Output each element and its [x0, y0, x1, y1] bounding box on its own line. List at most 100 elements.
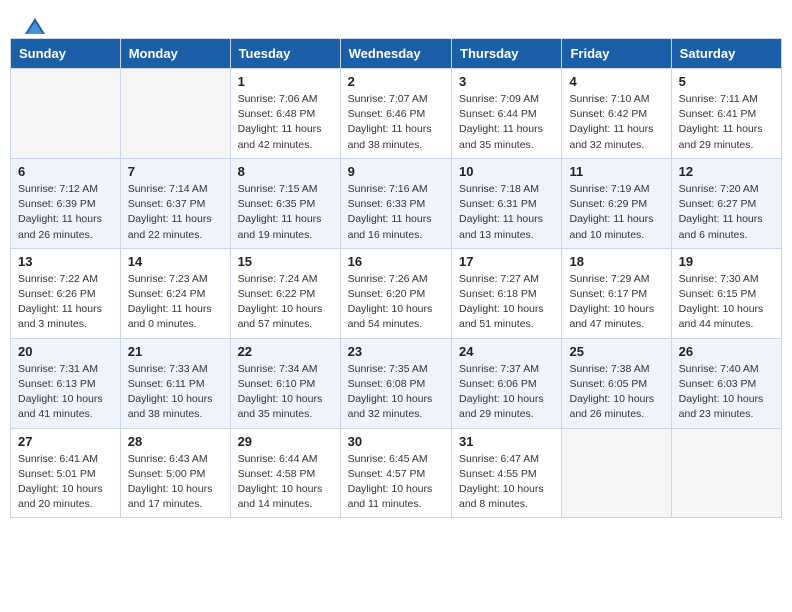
- day-header-monday: Monday: [120, 39, 230, 69]
- day-detail: Sunrise: 7:33 AM Sunset: 6:11 PM Dayligh…: [128, 362, 223, 423]
- logo-icon: [25, 18, 45, 34]
- day-number: 31: [459, 434, 554, 449]
- day-number: 3: [459, 74, 554, 89]
- day-number: 18: [569, 254, 663, 269]
- day-number: 17: [459, 254, 554, 269]
- day-number: 5: [679, 74, 774, 89]
- day-header-tuesday: Tuesday: [230, 39, 340, 69]
- calendar-cell: 2 Sunrise: 7:07 AM Sunset: 6:46 PM Daylig…: [340, 69, 451, 159]
- day-number: 23: [348, 344, 444, 359]
- week-row-4: 27 Sunrise: 6:41 AM Sunset: 5:01 PM Dayli…: [11, 428, 782, 518]
- calendar-cell: 17 Sunrise: 7:27 AM Sunset: 6:18 PM Dayli…: [452, 248, 562, 338]
- day-detail: Sunrise: 7:18 AM Sunset: 6:31 PM Dayligh…: [459, 182, 554, 243]
- calendar-cell: 8 Sunrise: 7:15 AM Sunset: 6:35 PM Daylig…: [230, 158, 340, 248]
- day-detail: Sunrise: 7:34 AM Sunset: 6:10 PM Dayligh…: [238, 362, 333, 423]
- day-detail: Sunrise: 7:29 AM Sunset: 6:17 PM Dayligh…: [569, 272, 663, 333]
- day-number: 9: [348, 164, 444, 179]
- day-number: 13: [18, 254, 113, 269]
- day-detail: Sunrise: 6:47 AM Sunset: 4:55 PM Dayligh…: [459, 452, 554, 513]
- calendar-cell: 27 Sunrise: 6:41 AM Sunset: 5:01 PM Dayli…: [11, 428, 121, 518]
- day-detail: Sunrise: 7:10 AM Sunset: 6:42 PM Dayligh…: [569, 92, 663, 153]
- day-number: 2: [348, 74, 444, 89]
- day-detail: Sunrise: 7:40 AM Sunset: 6:03 PM Dayligh…: [679, 362, 774, 423]
- calendar-cell: 26 Sunrise: 7:40 AM Sunset: 6:03 PM Dayli…: [671, 338, 781, 428]
- day-detail: Sunrise: 6:43 AM Sunset: 5:00 PM Dayligh…: [128, 452, 223, 513]
- calendar-cell: [671, 428, 781, 518]
- calendar-cell: 22 Sunrise: 7:34 AM Sunset: 6:10 PM Dayli…: [230, 338, 340, 428]
- day-header-thursday: Thursday: [452, 39, 562, 69]
- header-row: SundayMondayTuesdayWednesdayThursdayFrid…: [11, 39, 782, 69]
- day-detail: Sunrise: 7:38 AM Sunset: 6:05 PM Dayligh…: [569, 362, 663, 423]
- calendar-cell: 18 Sunrise: 7:29 AM Sunset: 6:17 PM Dayli…: [562, 248, 671, 338]
- header: [0, 0, 792, 38]
- day-detail: Sunrise: 7:31 AM Sunset: 6:13 PM Dayligh…: [18, 362, 113, 423]
- day-number: 27: [18, 434, 113, 449]
- calendar-cell: 23Sunrise: 7:35 AM Sunset: 6:08 PM Dayli…: [340, 338, 451, 428]
- day-number: 12: [679, 164, 774, 179]
- calendar-cell: 11Sunrise: 7:19 AM Sunset: 6:29 PM Dayli…: [562, 158, 671, 248]
- day-detail: Sunrise: 7:09 AM Sunset: 6:44 PM Dayligh…: [459, 92, 554, 153]
- calendar-cell: 6 Sunrise: 7:12 AM Sunset: 6:39 PM Daylig…: [11, 158, 121, 248]
- day-number: 30: [348, 434, 444, 449]
- day-detail: Sunrise: 7:15 AM Sunset: 6:35 PM Dayligh…: [238, 182, 333, 243]
- day-number: 6: [18, 164, 113, 179]
- day-detail: Sunrise: 7:27 AM Sunset: 6:18 PM Dayligh…: [459, 272, 554, 333]
- calendar-cell: 7Sunrise: 7:14 AM Sunset: 6:37 PM Daylig…: [120, 158, 230, 248]
- day-number: 14: [128, 254, 223, 269]
- calendar-cell: 4 Sunrise: 7:10 AM Sunset: 6:42 PM Daylig…: [562, 69, 671, 159]
- calendar-cell: 5 Sunrise: 7:11 AM Sunset: 6:41 PM Daylig…: [671, 69, 781, 159]
- day-number: 8: [238, 164, 333, 179]
- week-row-1: 6 Sunrise: 7:12 AM Sunset: 6:39 PM Daylig…: [11, 158, 782, 248]
- day-detail: Sunrise: 7:11 AM Sunset: 6:41 PM Dayligh…: [679, 92, 774, 153]
- calendar-cell: 15Sunrise: 7:24 AM Sunset: 6:22 PM Dayli…: [230, 248, 340, 338]
- day-detail: Sunrise: 7:12 AM Sunset: 6:39 PM Dayligh…: [18, 182, 113, 243]
- day-number: 22: [238, 344, 333, 359]
- day-header-saturday: Saturday: [671, 39, 781, 69]
- calendar-cell: 14 Sunrise: 7:23 AM Sunset: 6:24 PM Dayli…: [120, 248, 230, 338]
- day-number: 28: [128, 434, 223, 449]
- week-row-2: 13 Sunrise: 7:22 AM Sunset: 6:26 PM Dayli…: [11, 248, 782, 338]
- day-number: 4: [569, 74, 663, 89]
- calendar-cell: 30 Sunrise: 6:45 AM Sunset: 4:57 PM Dayli…: [340, 428, 451, 518]
- day-number: 26: [679, 344, 774, 359]
- day-number: 16: [348, 254, 444, 269]
- calendar-wrapper: SundayMondayTuesdayWednesdayThursdayFrid…: [0, 38, 792, 528]
- day-number: 20: [18, 344, 113, 359]
- day-number: 21: [128, 344, 223, 359]
- day-header-sunday: Sunday: [11, 39, 121, 69]
- calendar-body: 1 Sunrise: 7:06 AM Sunset: 6:48 PM Daylig…: [11, 69, 782, 518]
- calendar-cell: 25 Sunrise: 7:38 AM Sunset: 6:05 PM Dayli…: [562, 338, 671, 428]
- week-row-0: 1 Sunrise: 7:06 AM Sunset: 6:48 PM Daylig…: [11, 69, 782, 159]
- week-row-3: 20 Sunrise: 7:31 AM Sunset: 6:13 PM Dayli…: [11, 338, 782, 428]
- calendar-cell: 24Sunrise: 7:37 AM Sunset: 6:06 PM Dayli…: [452, 338, 562, 428]
- calendar-cell: 21 Sunrise: 7:33 AM Sunset: 6:11 PM Dayli…: [120, 338, 230, 428]
- day-header-friday: Friday: [562, 39, 671, 69]
- calendar-header: SundayMondayTuesdayWednesdayThursdayFrid…: [11, 39, 782, 69]
- calendar-table: SundayMondayTuesdayWednesdayThursdayFrid…: [10, 38, 782, 518]
- day-detail: Sunrise: 7:14 AM Sunset: 6:37 PM Dayligh…: [128, 182, 223, 243]
- day-detail: Sunrise: 7:07 AM Sunset: 6:46 PM Dayligh…: [348, 92, 444, 153]
- day-detail: Sunrise: 7:30 AM Sunset: 6:15 PM Dayligh…: [679, 272, 774, 333]
- day-header-wednesday: Wednesday: [340, 39, 451, 69]
- day-number: 1: [238, 74, 333, 89]
- day-number: 24: [459, 344, 554, 359]
- calendar-cell: 29Sunrise: 6:44 AM Sunset: 4:58 PM Dayli…: [230, 428, 340, 518]
- calendar-cell: 28 Sunrise: 6:43 AM Sunset: 5:00 PM Dayli…: [120, 428, 230, 518]
- day-detail: Sunrise: 7:06 AM Sunset: 6:48 PM Dayligh…: [238, 92, 333, 153]
- day-number: 11: [569, 164, 663, 179]
- calendar-cell: 1 Sunrise: 7:06 AM Sunset: 6:48 PM Daylig…: [230, 69, 340, 159]
- day-number: 10: [459, 164, 554, 179]
- day-detail: Sunrise: 7:22 AM Sunset: 6:26 PM Dayligh…: [18, 272, 113, 333]
- day-detail: Sunrise: 7:20 AM Sunset: 6:27 PM Dayligh…: [679, 182, 774, 243]
- day-detail: Sunrise: 7:23 AM Sunset: 6:24 PM Dayligh…: [128, 272, 223, 333]
- calendar-cell: 12 Sunrise: 7:20 AM Sunset: 6:27 PM Dayli…: [671, 158, 781, 248]
- day-number: 25: [569, 344, 663, 359]
- calendar-cell: 20 Sunrise: 7:31 AM Sunset: 6:13 PM Dayli…: [11, 338, 121, 428]
- day-detail: Sunrise: 6:45 AM Sunset: 4:57 PM Dayligh…: [348, 452, 444, 513]
- calendar-cell: 19 Sunrise: 7:30 AM Sunset: 6:15 PM Dayli…: [671, 248, 781, 338]
- logo: [24, 18, 46, 30]
- calendar-cell: 10 Sunrise: 7:18 AM Sunset: 6:31 PM Dayli…: [452, 158, 562, 248]
- day-detail: Sunrise: 6:41 AM Sunset: 5:01 PM Dayligh…: [18, 452, 113, 513]
- day-number: 29: [238, 434, 333, 449]
- day-number: 19: [679, 254, 774, 269]
